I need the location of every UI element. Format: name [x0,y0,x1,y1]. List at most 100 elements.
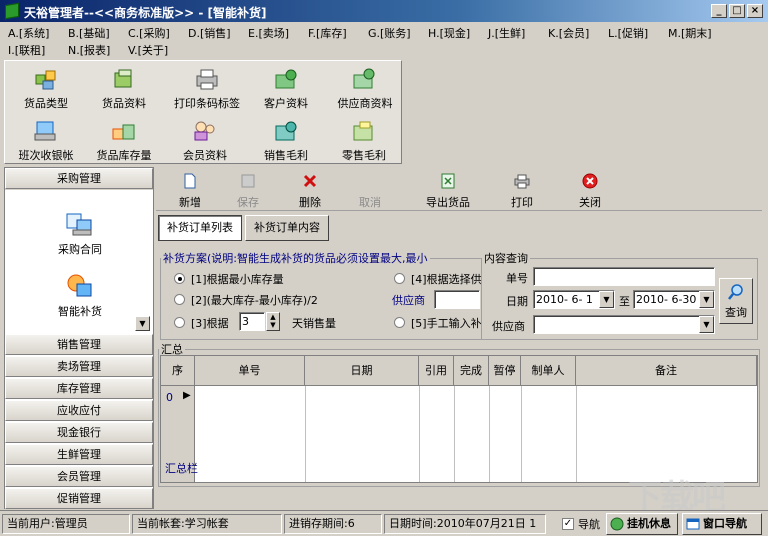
plan-option-4-radio[interactable] [394,273,405,284]
save-button[interactable]: 保存 [220,171,276,209]
menu-inventory[interactable]: F.[库存] [308,25,347,41]
sales-margin-icon [273,119,299,143]
menu-cash[interactable]: H.[现金] [428,25,470,41]
nav-group-cash-bank[interactable]: 现金银行 [5,422,153,443]
title-bar: 天裕管理者--<<商务标准版>> - [智能补货] _ □ × [0,0,768,22]
nav-group-store[interactable]: 卖场管理 [5,356,153,377]
plan-option-3-radio[interactable] [174,317,185,328]
menu-period-end[interactable]: M.[期末] [668,25,712,41]
smart-replenish-icon [65,272,95,300]
hangup-rest-button[interactable]: 挂机休息 [606,513,678,535]
window-nav-icon [686,517,700,531]
date-to-dropdown-icon[interactable]: ▼ [699,291,714,308]
menu-sales[interactable]: D.[销售] [188,25,231,41]
nav-group-fresh[interactable]: 生鲜管理 [5,444,153,465]
quick-print-barcode[interactable]: 打印条码标签 [165,63,249,111]
nav-group-inventory[interactable]: 库存管理 [5,378,153,399]
nav-item-smart-replenish[interactable]: 智能补货 [35,272,125,319]
grid-col-reference[interactable]: 引用 [419,356,454,386]
query-date-label: 日期 [506,293,528,309]
plan-days-spinner[interactable]: ▲▼ [266,312,280,331]
new-document-icon [182,173,198,189]
quick-shift-cashier[interactable]: 班次收银帐 [9,115,83,163]
export-goods-button[interactable]: 导出货品 [418,171,478,209]
grid-col-index[interactable]: 序 [161,356,195,386]
quick-sales-margin[interactable]: 销售毛利 [249,115,323,163]
plan-option-1-radio[interactable] [174,273,185,284]
menu-accounts[interactable]: G.[账务] [368,25,411,41]
nav-group-receivables[interactable]: 应收应付 [5,400,153,421]
menu-about[interactable]: V.[关于] [128,42,168,58]
menu-member[interactable]: K.[会员] [548,25,589,41]
cancel-button[interactable]: 取消 [342,171,398,209]
quick-retail-margin[interactable]: 零售毛利 [327,115,401,163]
row-pointer-icon: ▶ [183,390,191,401]
query-order-no-input[interactable] [533,267,715,286]
query-supplier-select[interactable]: ▼ [533,315,715,334]
order-grid[interactable]: 序 单号 日期 引用 完成 暂停 制单人 备注 0 ▶ 汇总栏 [160,355,758,483]
nav-group-sales[interactable]: 销售管理 [5,334,153,355]
window-nav-button[interactable]: 窗口导航 [682,513,762,535]
nav-group-promotion[interactable]: 促销管理 [5,488,153,509]
quick-supplier-info[interactable]: 供应商资料 [327,63,403,111]
grid-divider [521,386,522,482]
quick-goods-info[interactable]: 货品资料 [87,63,161,111]
grid-col-order-no[interactable]: 单号 [195,356,305,386]
maximize-button[interactable]: □ [729,4,745,18]
grid-col-complete[interactable]: 完成 [454,356,489,386]
replenish-plan-legend: 补货方案(说明:智能生成补货的货品必须设置最大,最小 [161,250,430,266]
grid-col-paused[interactable]: 暂停 [489,356,521,386]
menu-reports[interactable]: N.[报表] [68,42,110,58]
nav-checkbox[interactable]: ✓ [562,518,574,530]
date-from-dropdown-icon[interactable]: ▼ [599,291,614,308]
plan-option-5-radio[interactable] [394,317,405,328]
menu-purchase[interactable]: C.[采购] [128,25,170,41]
date-from-picker[interactable]: 2010- 6- 1 ▼ [533,290,615,309]
quick-goods-type[interactable]: 货品类型 [9,63,83,111]
tab-order-list[interactable]: 补货订单列表 [158,215,242,241]
nav-scroll-down-button[interactable]: ▼ [135,316,150,331]
menu-store[interactable]: E.[卖场] [248,25,289,41]
nav-group-member[interactable]: 会员管理 [5,466,153,487]
delete-button[interactable]: 删除 [282,171,338,209]
menu-basic[interactable]: B.[基础] [68,25,110,41]
excel-export-icon [440,173,456,189]
goods-type-icon [33,67,59,91]
query-date-to-label: 至 [619,293,630,309]
grid-col-remarks[interactable]: 备注 [576,356,757,386]
quick-customer-info[interactable]: 客户资料 [249,63,323,111]
menu-promotion[interactable]: L.[促销] [608,25,648,41]
nav-item-purchase-contract[interactable]: 采购合同 [35,210,125,257]
plan-days-input[interactable]: 3 [239,312,265,331]
plan-option-2-radio[interactable] [174,294,185,305]
menu-bar: A.[系统] B.[基础] C.[采购] D.[销售] E.[卖场] F.[库存… [0,22,768,58]
plan-option-3-prefix: [3]根据 [191,315,229,331]
tab-order-content[interactable]: 补货订单内容 [245,215,329,241]
date-to-picker[interactable]: 2010- 6-30 ▼ [633,290,715,309]
search-button[interactable]: 查询 [719,278,753,324]
nav-checkbox-label: 导航 [578,516,600,532]
delete-x-icon [302,173,318,189]
status-period: 进销存期间:6 [284,514,382,534]
contract-icon [65,210,95,238]
print-button[interactable]: 打印 [494,171,550,209]
new-button[interactable]: 新增 [162,171,218,209]
menu-fresh[interactable]: J.[生鲜] [488,25,525,41]
window-title: 天裕管理者--<<商务标准版>> - [智能补货] [24,4,267,21]
close-window-button[interactable]: × [747,4,763,18]
close-button[interactable]: 关闭 [562,171,618,209]
grid-divider [454,386,455,482]
plan-supplier-input[interactable] [434,290,480,309]
menu-lease[interactable]: I.[联租] [8,42,45,58]
grid-col-creator[interactable]: 制单人 [521,356,576,386]
quick-member-info[interactable]: 会员资料 [168,115,242,163]
hangup-icon [610,517,624,531]
status-datetime: 日期时间:2010年07月21日 1 [384,514,546,534]
supplier-dropdown-icon[interactable]: ▼ [699,316,714,333]
minimize-button[interactable]: _ [711,4,727,18]
cashier-icon [33,119,59,143]
grid-col-date[interactable]: 日期 [305,356,419,386]
quick-goods-stock[interactable]: 货品库存量 [87,115,161,163]
menu-system[interactable]: A.[系统] [8,25,49,41]
nav-group-purchase[interactable]: 采购管理 [5,168,153,189]
